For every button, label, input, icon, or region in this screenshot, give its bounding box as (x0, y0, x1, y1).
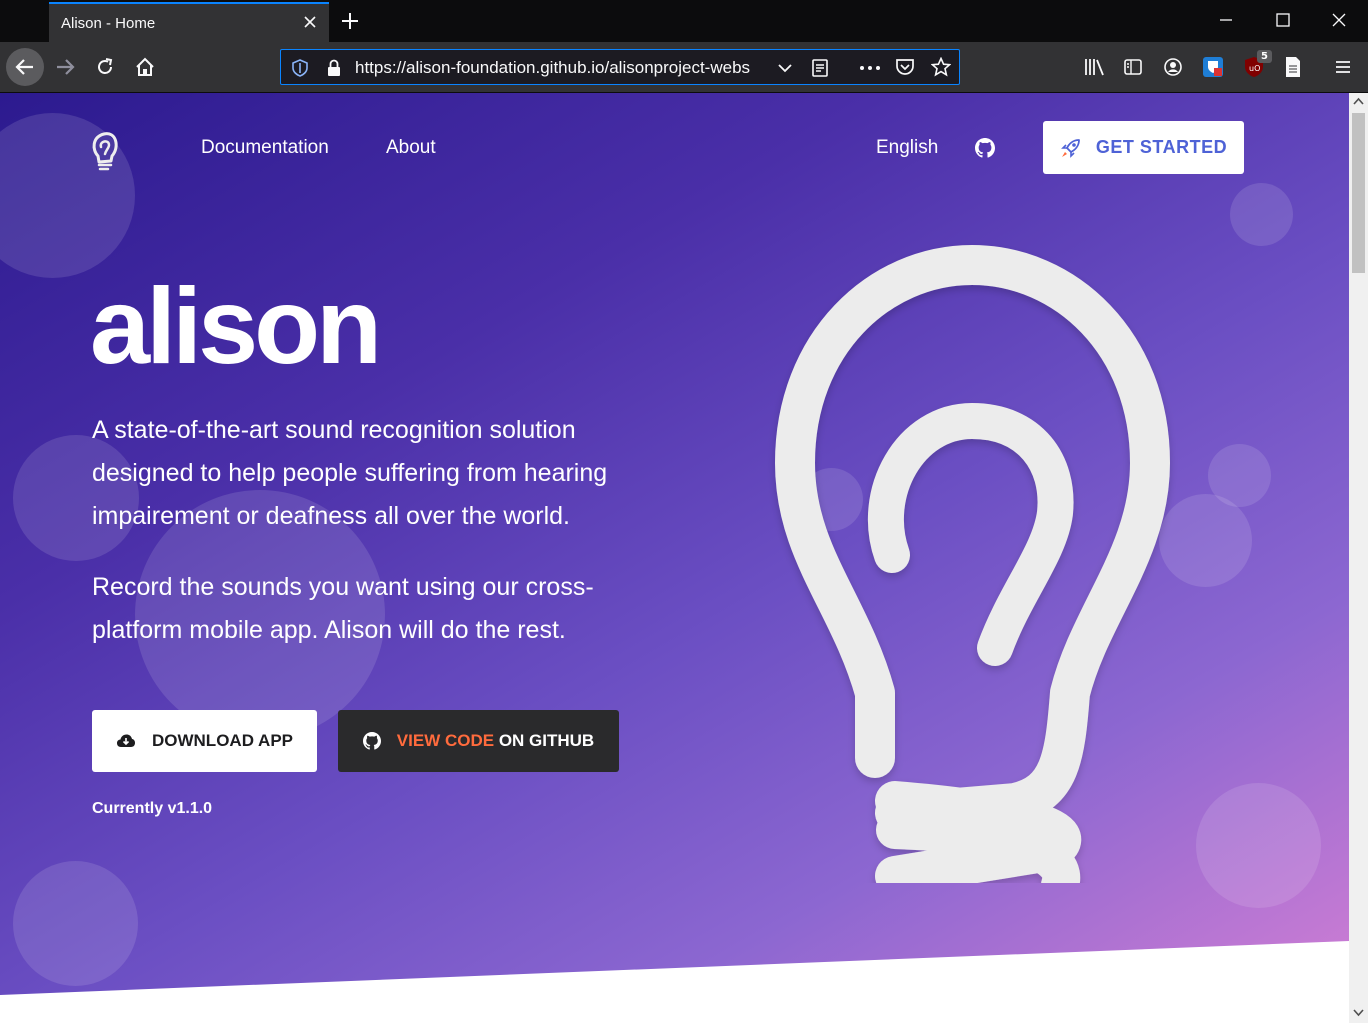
reload-icon (98, 58, 113, 74)
language-selector[interactable]: English (876, 137, 938, 159)
account-icon[interactable] (1163, 57, 1183, 77)
browser-tab-strip: Alison - Home (0, 0, 1368, 42)
page-scrollbar[interactable] (1349, 93, 1368, 1023)
scroll-up-icon[interactable] (1353, 97, 1364, 105)
alison-wordmark: alison (90, 265, 382, 386)
scroll-down-icon[interactable] (1353, 1009, 1364, 1017)
nav-link-about[interactable]: About (386, 137, 436, 159)
maximize-icon[interactable] (1275, 12, 1291, 28)
cloud-download-icon (116, 734, 135, 747)
bookmark-star-icon[interactable] (931, 57, 951, 77)
lightbulb-illustration-icon (775, 245, 1170, 883)
page: Documentation About English GET STARTED … (0, 93, 1349, 1023)
chevron-down-icon[interactable] (777, 61, 793, 75)
url-text[interactable]: https://alison-foundation.github.io/alis… (355, 58, 773, 78)
back-button[interactable] (6, 48, 44, 86)
github-icon[interactable] (975, 138, 995, 158)
pocket-icon[interactable] (895, 58, 915, 76)
forward-button[interactable] (46, 48, 84, 86)
close-tab-icon[interactable] (301, 13, 319, 31)
lock-icon[interactable] (326, 59, 342, 77)
home-icon (136, 57, 154, 76)
tracking-protection-icon[interactable] (291, 59, 309, 77)
download-app-label: DOWNLOAD APP (151, 731, 294, 750)
browser-tab[interactable]: Alison - Home (49, 2, 329, 42)
hero-section: Documentation About English GET STARTED … (0, 93, 1349, 1023)
page-actions-icon[interactable] (859, 64, 881, 72)
browser-toolbar: https://alison-foundation.github.io/alis… (0, 42, 1368, 93)
reload-button[interactable] (86, 48, 124, 86)
version-text: Currently v1.1.0 (92, 800, 213, 817)
menu-icon[interactable] (1334, 58, 1352, 76)
close-window-icon[interactable] (1331, 12, 1347, 28)
get-started-button[interactable]: GET STARTED (1043, 121, 1244, 174)
back-arrow-icon (15, 59, 33, 75)
nav-link-documentation[interactable]: Documentation (201, 137, 329, 159)
new-tab-icon[interactable] (340, 11, 360, 31)
reader-view-icon[interactable] (811, 58, 829, 78)
url-bar[interactable]: https://alison-foundation.github.io/alis… (280, 49, 960, 85)
view-code-accent: VIEW CODE (396, 731, 495, 750)
sidebar-icon[interactable] (1123, 57, 1143, 77)
minimize-icon[interactable] (1218, 12, 1234, 28)
hero-instructions: Record the sounds you want using our cro… (92, 573, 594, 644)
download-app-button[interactable]: DOWNLOAD APP (92, 710, 317, 772)
home-button[interactable] (126, 48, 164, 86)
extension-badge: 5 (1257, 50, 1272, 63)
tab-title: Alison - Home (61, 15, 156, 32)
hero-description: A state-of-the-art sound recognition sol… (92, 416, 608, 530)
extension-shield-icon[interactable] (1202, 56, 1224, 78)
get-started-label: GET STARTED (1095, 137, 1228, 157)
view-code-label: VIEW CODE ON GITHUB (397, 731, 594, 751)
scrollbar-thumb[interactable] (1352, 113, 1365, 273)
lightbulb-logo-icon[interactable] (88, 129, 122, 171)
view-code-github-button[interactable]: VIEW CODE ON GITHUB (338, 710, 619, 772)
on-github-text: ON GITHUB (494, 731, 595, 750)
rocket-icon (1060, 138, 1080, 158)
github-icon (362, 732, 381, 750)
page-icon[interactable] (1284, 56, 1302, 78)
library-icon[interactable] (1083, 57, 1105, 77)
forward-arrow-icon (57, 59, 75, 75)
svg-text:uO: uO (1249, 64, 1260, 73)
